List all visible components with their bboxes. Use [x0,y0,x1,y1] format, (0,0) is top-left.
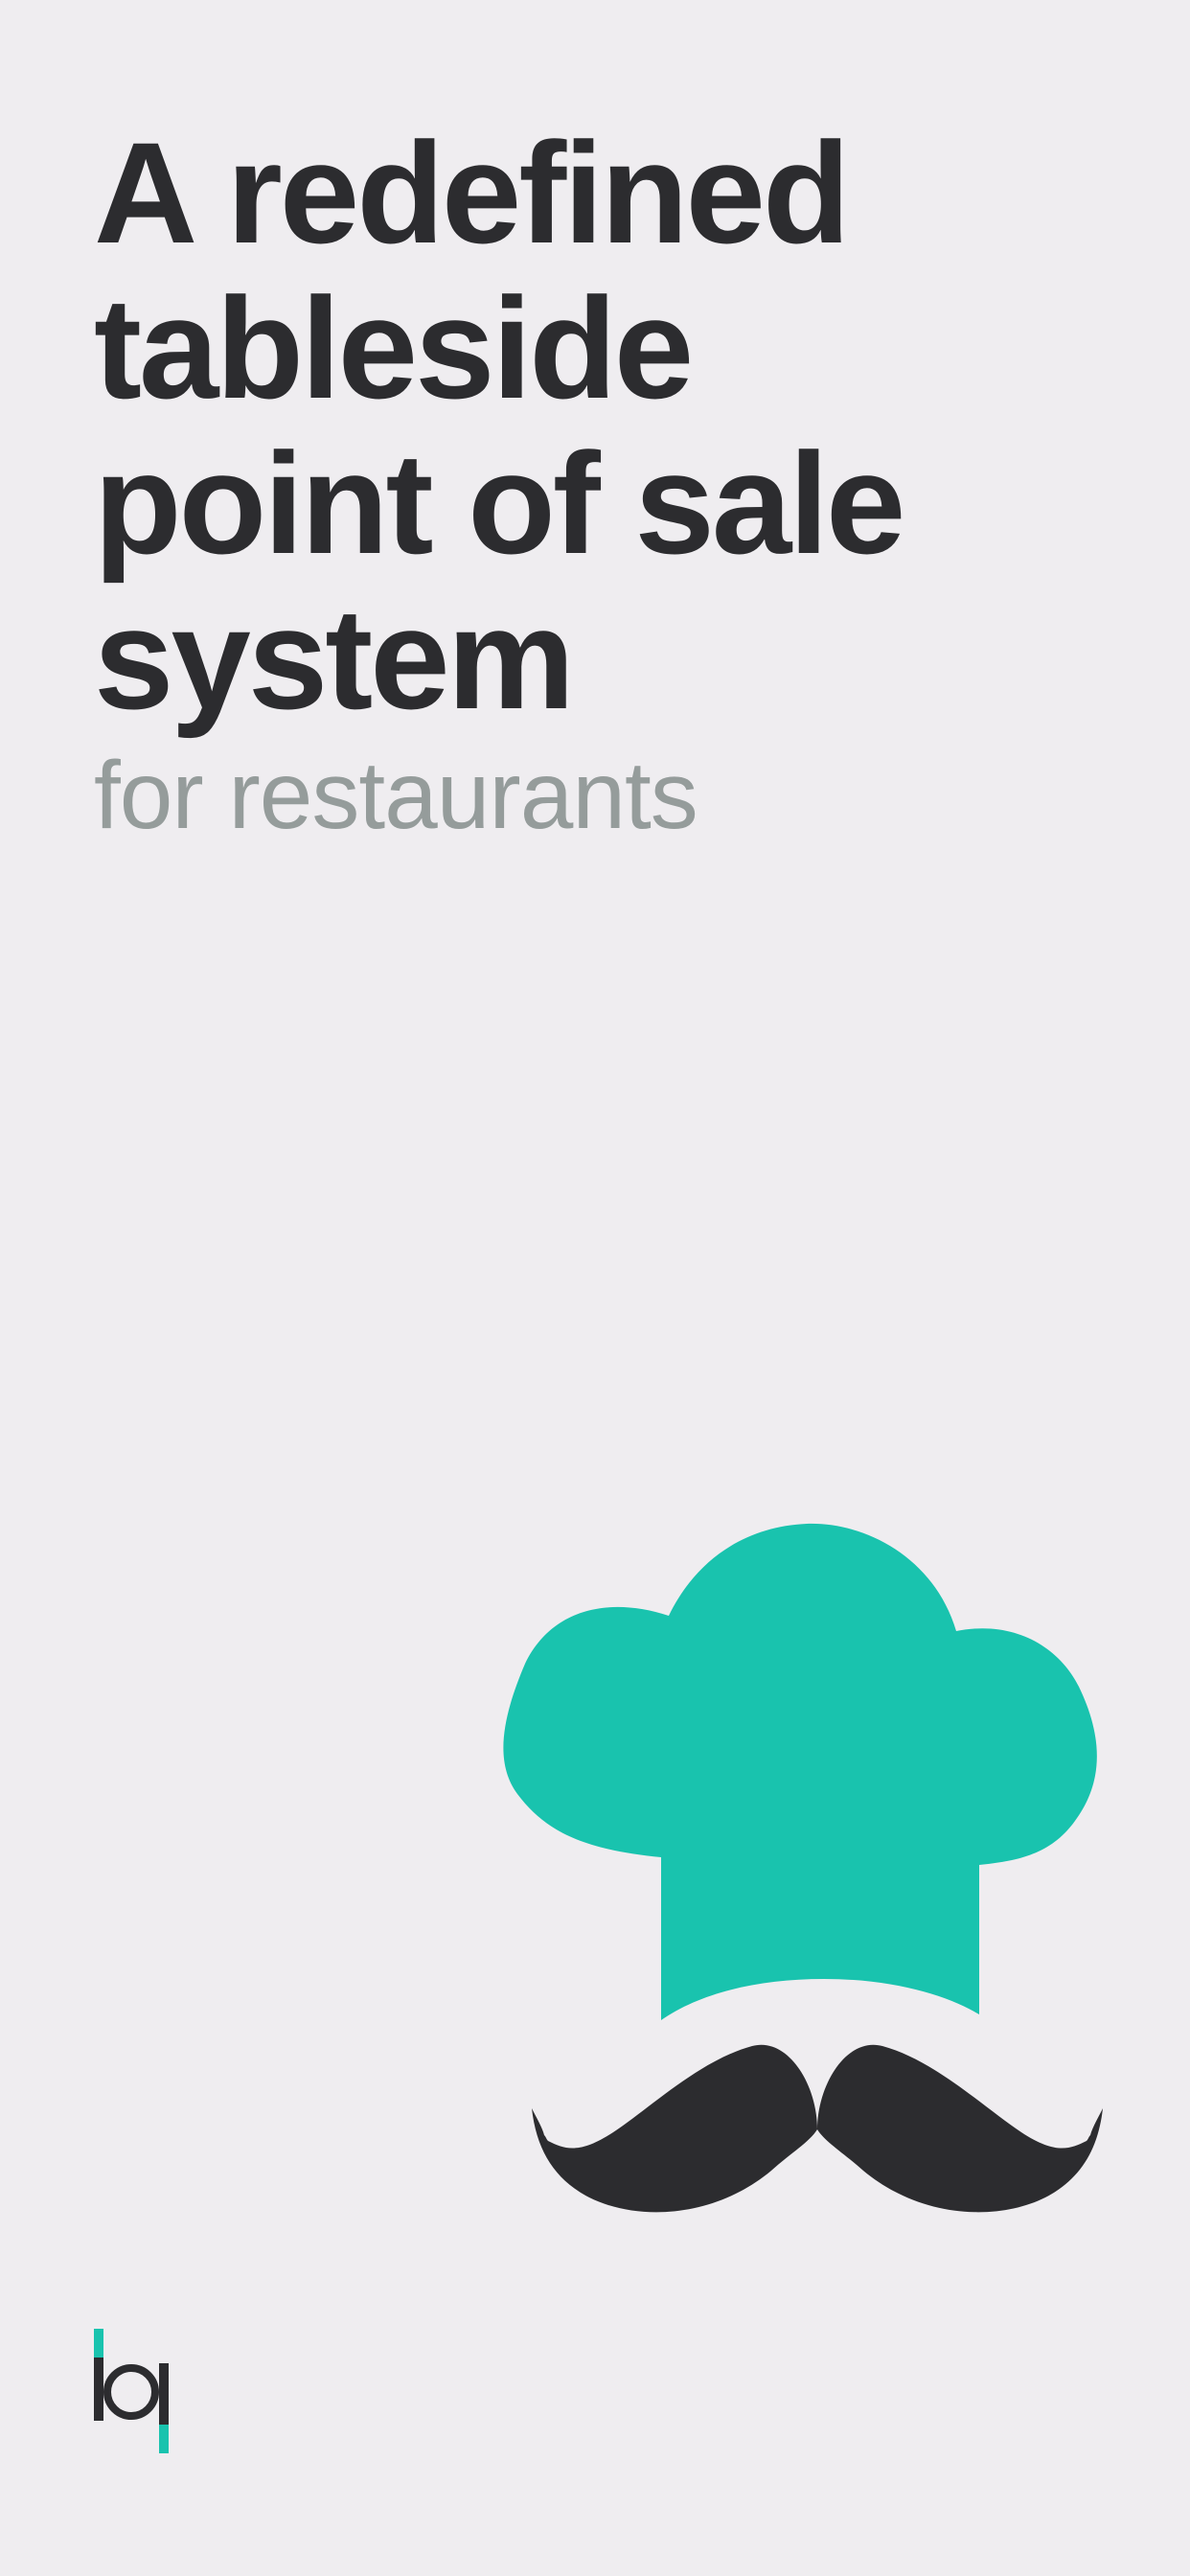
headline-line-4: system [94,578,575,739]
chef-hat-icon [503,1523,1097,2020]
bq-logo-icon [94,2329,169,2453]
headline-line-2: tableside [94,267,694,428]
headline-line-3: point of sale [94,423,905,584]
headline: A redefined tableside point of sale syst… [94,115,1110,736]
subheadline: for restaurants [94,742,698,849]
chef-mascot-illustration [503,1523,1103,2213]
headline-line-1: A redefined [94,112,851,273]
mustache-icon [532,2044,1103,2213]
